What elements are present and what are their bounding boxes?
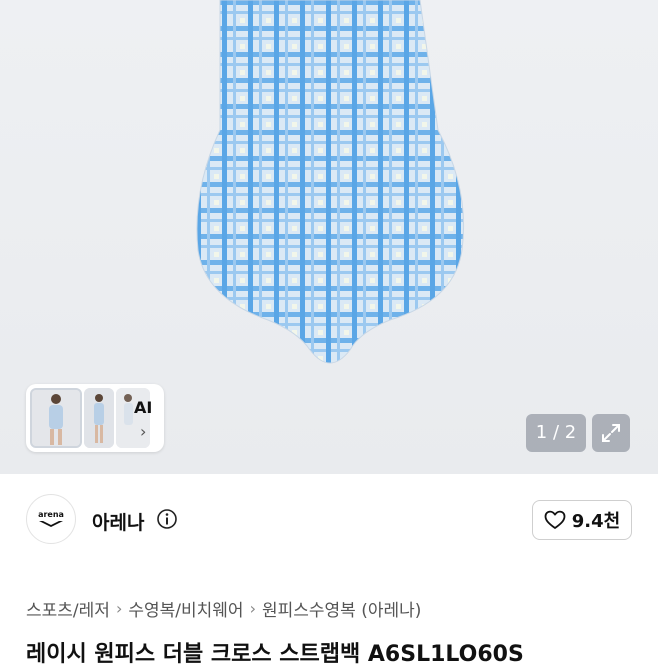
product-image [196,0,465,364]
breadcrumb-item-swimwear[interactable]: 수영복/비치웨어 [128,596,243,621]
thumbnail-1[interactable] [30,388,82,448]
breadcrumb: 스포츠/레저 › 수영복/비치웨어 › 원피스수영복 (아레나) [26,596,421,621]
info-icon[interactable] [156,508,178,530]
like-count: 9.4천 [571,511,621,532]
chevron-right-icon: › [249,599,256,618]
svg-text:arena: arena [38,510,64,519]
brand-logo[interactable]: arena [26,494,76,544]
expand-button[interactable] [592,414,630,452]
breadcrumb-item-sports[interactable]: 스포츠/레저 [26,596,110,621]
chevron-right-icon: › [115,599,123,618]
brand-name[interactable]: 아레나 [92,508,144,535]
ai-thumbnail-strip[interactable]: AI › [26,384,164,452]
ai-label: AI [134,398,153,417]
product-title: 레이시 원피스 더블 크로스 스트랩백 A6SL1LO60S [26,642,524,667]
page-indicator: 1 / 2 [526,414,586,452]
expand-icon [602,424,620,442]
heart-icon [544,510,566,529]
thumbnail-2[interactable] [84,388,114,448]
arena-logo: arena [38,510,64,527]
breadcrumb-item-onepiece[interactable]: 원피스수영복 (아레나) [262,596,421,621]
chevron-right-icon: › [140,422,147,441]
product-image-gallery[interactable]: AI › 1 / 2 [0,0,658,474]
like-button[interactable]: 9.4천 [532,500,632,540]
